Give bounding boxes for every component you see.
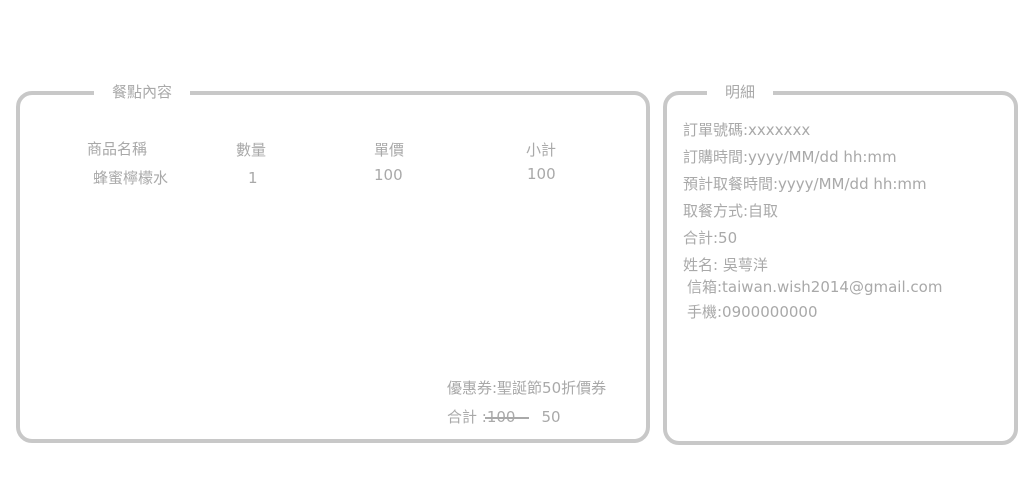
order-panel-title: 餐點內容 bbox=[94, 81, 191, 103]
order-item-unit-price: 100 bbox=[374, 166, 403, 184]
original-total: 100 bbox=[484, 408, 529, 426]
detail-panel-title: 明細 bbox=[707, 81, 774, 103]
order-item-subtotal: 100 bbox=[527, 165, 556, 183]
order-number: 訂單號碼:xxxxxxx bbox=[683, 121, 811, 139]
customer-phone: 手機:0900000000 bbox=[687, 303, 818, 321]
discounted-total: 50 bbox=[541, 408, 561, 426]
order-time: 訂購時間:yyyy/MM/dd hh:mm bbox=[683, 148, 897, 166]
order-total: 合計 :100 50 bbox=[447, 407, 561, 427]
order-panel: 餐點內容 商品名稱 數量 單價 小計 蜂蜜檸檬水 1 100 100 優惠券:聖… bbox=[16, 81, 650, 443]
pickup-method: 取餐方式:自取 bbox=[683, 202, 779, 220]
customer-email: 信箱:taiwan.wish2014@gmail.com bbox=[687, 278, 943, 296]
coupon-text: 優惠券:聖誕節50折價券 bbox=[447, 379, 607, 397]
customer-name: 姓名: 吳萼洋 bbox=[683, 256, 768, 274]
column-header-unit-price: 單價 bbox=[374, 141, 405, 159]
detail-panel: 明細 訂單號碼:xxxxxxx 訂購時間:yyyy/MM/dd hh:mm 預計… bbox=[663, 81, 1018, 445]
column-header-item-name: 商品名稱 bbox=[87, 140, 148, 158]
order-item-name: 蜂蜜檸檬水 bbox=[93, 169, 169, 187]
detail-total: 合計:50 bbox=[683, 229, 738, 247]
order-item-quantity: 1 bbox=[248, 169, 258, 187]
total-label: 合計 : bbox=[447, 408, 487, 426]
pickup-time: 預計取餐時間:yyyy/MM/dd hh:mm bbox=[683, 175, 927, 193]
column-header-quantity: 數量 bbox=[236, 141, 267, 159]
column-header-subtotal: 小計 bbox=[526, 141, 557, 159]
